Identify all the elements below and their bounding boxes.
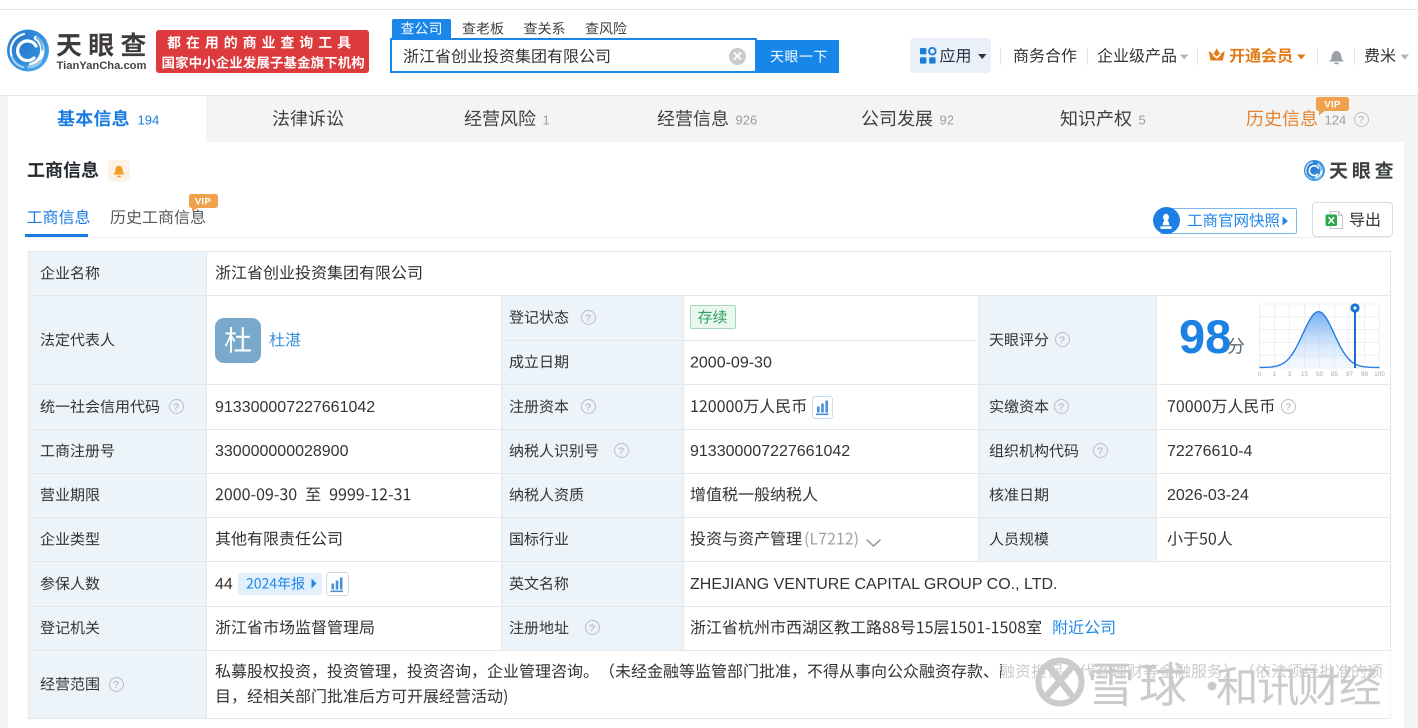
svg-text:97: 97 xyxy=(1346,371,1354,378)
svg-text:0: 0 xyxy=(1258,371,1262,378)
svg-text:99: 99 xyxy=(1361,371,1369,378)
svg-text:926: 926 xyxy=(736,113,758,128)
svg-text:?: ? xyxy=(1285,401,1291,413)
svg-text:124: 124 xyxy=(1325,113,1347,128)
svg-text:50: 50 xyxy=(1316,371,1324,378)
svg-text:1: 1 xyxy=(1273,371,1277,378)
svg-text:?: ? xyxy=(585,401,591,413)
svg-text:100: 100 xyxy=(1374,371,1385,378)
svg-text:?: ? xyxy=(589,623,595,635)
svg-text:3: 3 xyxy=(1288,371,1292,378)
svg-text:330000000028900: 330000000028900 xyxy=(215,443,349,460)
svg-text:5: 5 xyxy=(1139,113,1146,128)
svg-text:44: 44 xyxy=(215,576,233,593)
svg-text:98: 98 xyxy=(1179,310,1231,363)
svg-text:1: 1 xyxy=(543,113,550,128)
svg-text:VIP: VIP xyxy=(1324,100,1341,111)
svg-text:2026-03-24: 2026-03-24 xyxy=(1167,487,1249,504)
svg-text:92: 92 xyxy=(940,113,954,128)
svg-text:?: ? xyxy=(618,446,624,458)
svg-text:72276610-4: 72276610-4 xyxy=(1167,443,1253,460)
svg-text:ZHEJIANG VENTURE CAPITAL GROUP: ZHEJIANG VENTURE CAPITAL GROUP CO., LTD. xyxy=(690,576,1057,593)
svg-text:85: 85 xyxy=(1331,371,1339,378)
svg-text:?: ? xyxy=(585,312,591,324)
svg-text:?: ? xyxy=(1059,334,1065,346)
svg-text:2000-09-30: 2000-09-30 xyxy=(690,355,772,372)
svg-text:913300007227661042: 913300007227661042 xyxy=(690,443,850,460)
svg-text:913300007227661042: 913300007227661042 xyxy=(215,399,375,416)
svg-text:?: ? xyxy=(1097,446,1103,458)
svg-text:15: 15 xyxy=(1301,371,1309,378)
svg-text:TianYanCha.com: TianYanCha.com xyxy=(57,60,147,72)
svg-text:?: ? xyxy=(113,679,119,691)
svg-text:194: 194 xyxy=(138,113,160,128)
svg-text:?: ? xyxy=(1058,401,1064,413)
svg-text:?: ? xyxy=(1358,114,1364,126)
svg-text:VIP: VIP xyxy=(195,197,212,208)
svg-text:?: ? xyxy=(173,401,179,413)
